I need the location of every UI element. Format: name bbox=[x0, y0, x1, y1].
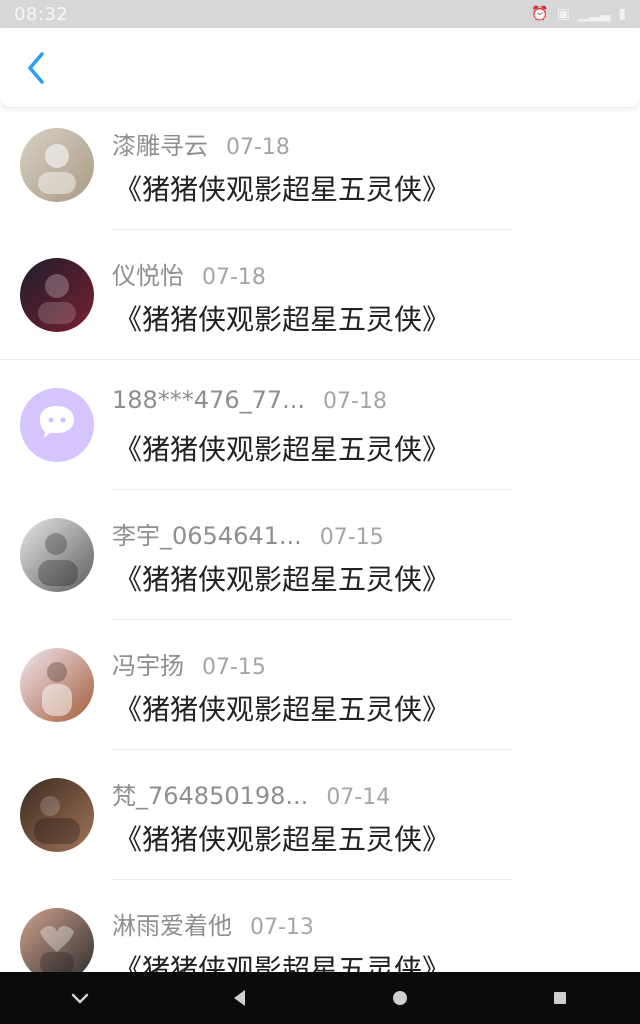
divider bbox=[112, 749, 512, 750]
divider bbox=[112, 879, 512, 880]
list-item-meta: 李宇_0654641... 07-15 bbox=[112, 516, 384, 551]
list-item[interactable]: 李宇_0654641... 07-15 《猪猪侠观影超星五灵侠》 bbox=[0, 498, 640, 628]
date: 07-18 bbox=[323, 389, 387, 414]
divider bbox=[112, 489, 512, 490]
list-item[interactable]: 淋雨爱着他 07-13 《猪猪侠观影超星五灵侠》 bbox=[0, 888, 640, 972]
alarm-icon: ⏰ bbox=[531, 6, 549, 22]
user-name: 冯宇扬 bbox=[112, 652, 184, 680]
wifi-icon: ▣ bbox=[556, 6, 570, 22]
signal-icon: ▁▂▃ bbox=[577, 6, 611, 22]
list-item-meta: 188***476_77... 07-18 bbox=[112, 386, 387, 414]
user-name: 漆雕寻云 bbox=[112, 132, 208, 160]
user-name: 188***476_77... bbox=[112, 386, 306, 414]
date: 07-14 bbox=[326, 785, 391, 810]
list-item[interactable]: 漆雕寻云 07-18 《猪猪侠观影超星五灵侠》 bbox=[0, 108, 640, 238]
user-name: 梵_764850198... bbox=[112, 782, 309, 810]
list-item-meta: 仪悦怡 07-18 bbox=[112, 256, 266, 291]
divider bbox=[0, 359, 640, 360]
list-item-meta: 梵_764850198... 07-14 bbox=[112, 776, 390, 811]
avatar[interactable] bbox=[20, 908, 94, 972]
message-list: 漆雕寻云 07-18 《猪猪侠观影超星五灵侠》 仪悦怡 07-18 《猪猪侠观影… bbox=[0, 108, 640, 972]
chevron-left-icon bbox=[28, 52, 44, 84]
list-item-meta: 漆雕寻云 07-18 bbox=[112, 126, 290, 161]
back-triangle-icon bbox=[234, 990, 245, 1006]
date: 07-18 bbox=[202, 265, 266, 290]
message-text: 《猪猪侠观影超星五灵侠》 bbox=[114, 823, 451, 856]
date: 07-13 bbox=[250, 915, 314, 940]
avatar-image bbox=[20, 778, 94, 852]
user-name: 李宇_0654641... bbox=[112, 522, 302, 550]
list-item-meta: 淋雨爱着他 07-13 bbox=[112, 906, 314, 941]
battery-icon: ▮ bbox=[618, 6, 626, 22]
avatar-image bbox=[20, 908, 94, 972]
message-text: 《猪猪侠观影超星五灵侠》 bbox=[114, 303, 451, 336]
list-item[interactable]: 188***476_77... 07-18 《猪猪侠观影超星五灵侠》 bbox=[0, 368, 640, 498]
nav-back-button[interactable] bbox=[216, 980, 264, 1016]
header bbox=[0, 28, 640, 108]
avatar-image bbox=[20, 648, 94, 722]
user-name: 仪悦怡 bbox=[112, 262, 184, 290]
list-item[interactable]: 冯宇扬 07-15 《猪猪侠观影超星五灵侠》 bbox=[0, 628, 640, 758]
date: 07-15 bbox=[319, 525, 384, 550]
list-item[interactable]: 梵_764850198... 07-14 《猪猪侠观影超星五灵侠》 bbox=[0, 758, 640, 888]
message-text: 《猪猪侠观影超星五灵侠》 bbox=[114, 563, 451, 596]
list-item[interactable]: 仪悦怡 07-18 《猪猪侠观影超星五灵侠》 bbox=[0, 238, 640, 368]
list-item-meta: 冯宇扬 07-15 bbox=[112, 646, 266, 681]
chevron-down-icon bbox=[71, 993, 89, 1004]
avatar-image bbox=[20, 128, 94, 202]
avatar[interactable] bbox=[20, 128, 94, 202]
avatar[interactable] bbox=[20, 648, 94, 722]
status-bar: 08:32 ⏰ ▣ ▁▂▃ ▮ bbox=[0, 0, 640, 28]
nav-collapse-button[interactable] bbox=[56, 980, 104, 1016]
avatar-image bbox=[20, 518, 94, 592]
divider bbox=[112, 229, 512, 230]
status-time: 08:32 bbox=[14, 3, 69, 25]
avatar[interactable] bbox=[20, 518, 94, 592]
avatar-image bbox=[20, 258, 94, 332]
divider bbox=[112, 619, 512, 620]
nav-recents-button[interactable] bbox=[536, 980, 584, 1016]
avatar-image bbox=[20, 388, 94, 462]
date: 07-18 bbox=[226, 135, 290, 160]
avatar[interactable] bbox=[20, 778, 94, 852]
message-text: 《猪猪侠观影超星五灵侠》 bbox=[114, 433, 451, 466]
message-text: 《猪猪侠观影超星五灵侠》 bbox=[114, 173, 451, 206]
message-text: 《猪猪侠观影超星五灵侠》 bbox=[114, 953, 451, 972]
message-text: 《猪猪侠观影超星五灵侠》 bbox=[114, 693, 451, 726]
date: 07-15 bbox=[202, 655, 266, 680]
avatar[interactable] bbox=[20, 258, 94, 332]
user-name: 淋雨爱着他 bbox=[112, 912, 232, 940]
back-button[interactable] bbox=[18, 50, 54, 86]
system-nav-bar bbox=[0, 972, 640, 1024]
home-circle-icon bbox=[393, 991, 407, 1005]
status-icons: ⏰ ▣ ▁▂▃ ▮ bbox=[531, 6, 626, 22]
recents-square-icon bbox=[554, 992, 566, 1004]
nav-home-button[interactable] bbox=[376, 980, 424, 1016]
avatar[interactable] bbox=[20, 388, 94, 462]
